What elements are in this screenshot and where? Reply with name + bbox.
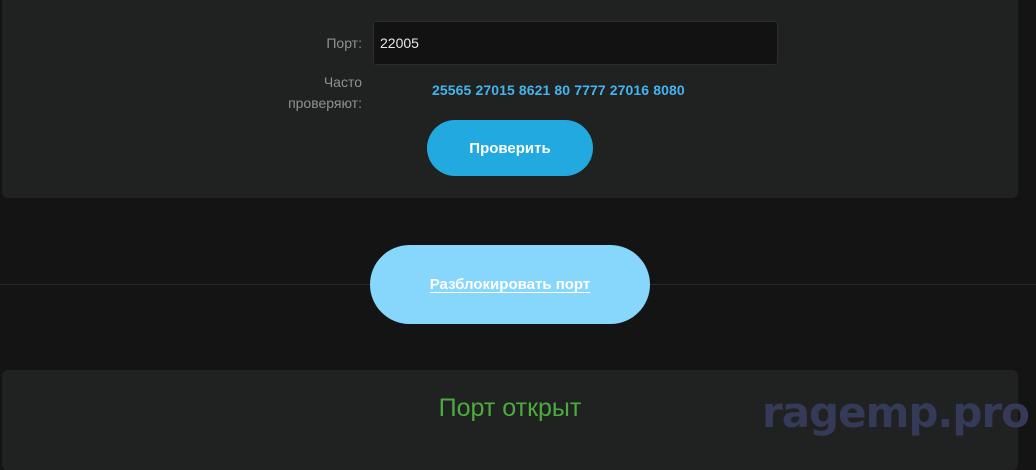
common-ports-label-line1: Часто <box>323 74 362 90</box>
common-port-link[interactable]: 27015 <box>475 82 514 98</box>
port-label: Порт: <box>326 35 362 51</box>
common-port-link[interactable]: 8621 <box>519 82 551 98</box>
watermark: ragemp.pro <box>762 388 1030 437</box>
common-port-link[interactable]: 8080 <box>653 82 685 98</box>
port-input[interactable] <box>373 21 778 65</box>
common-ports-list: 25565 27015 8621 80 7777 27016 8080 <box>432 82 689 98</box>
common-port-link[interactable]: 27016 <box>610 82 649 98</box>
unblock-port-button[interactable]: Разблокировать порт <box>370 245 650 324</box>
common-ports-label-line2: проверяют: <box>288 95 362 111</box>
common-port-link[interactable]: 80 <box>554 82 570 98</box>
common-port-link[interactable]: 25565 <box>432 82 471 98</box>
check-button[interactable]: Проверить <box>427 120 593 176</box>
common-ports-label: Часто проверяют: <box>288 72 362 114</box>
unblock-port-label: Разблокировать порт <box>429 276 591 293</box>
common-port-link[interactable]: 7777 <box>574 82 606 98</box>
